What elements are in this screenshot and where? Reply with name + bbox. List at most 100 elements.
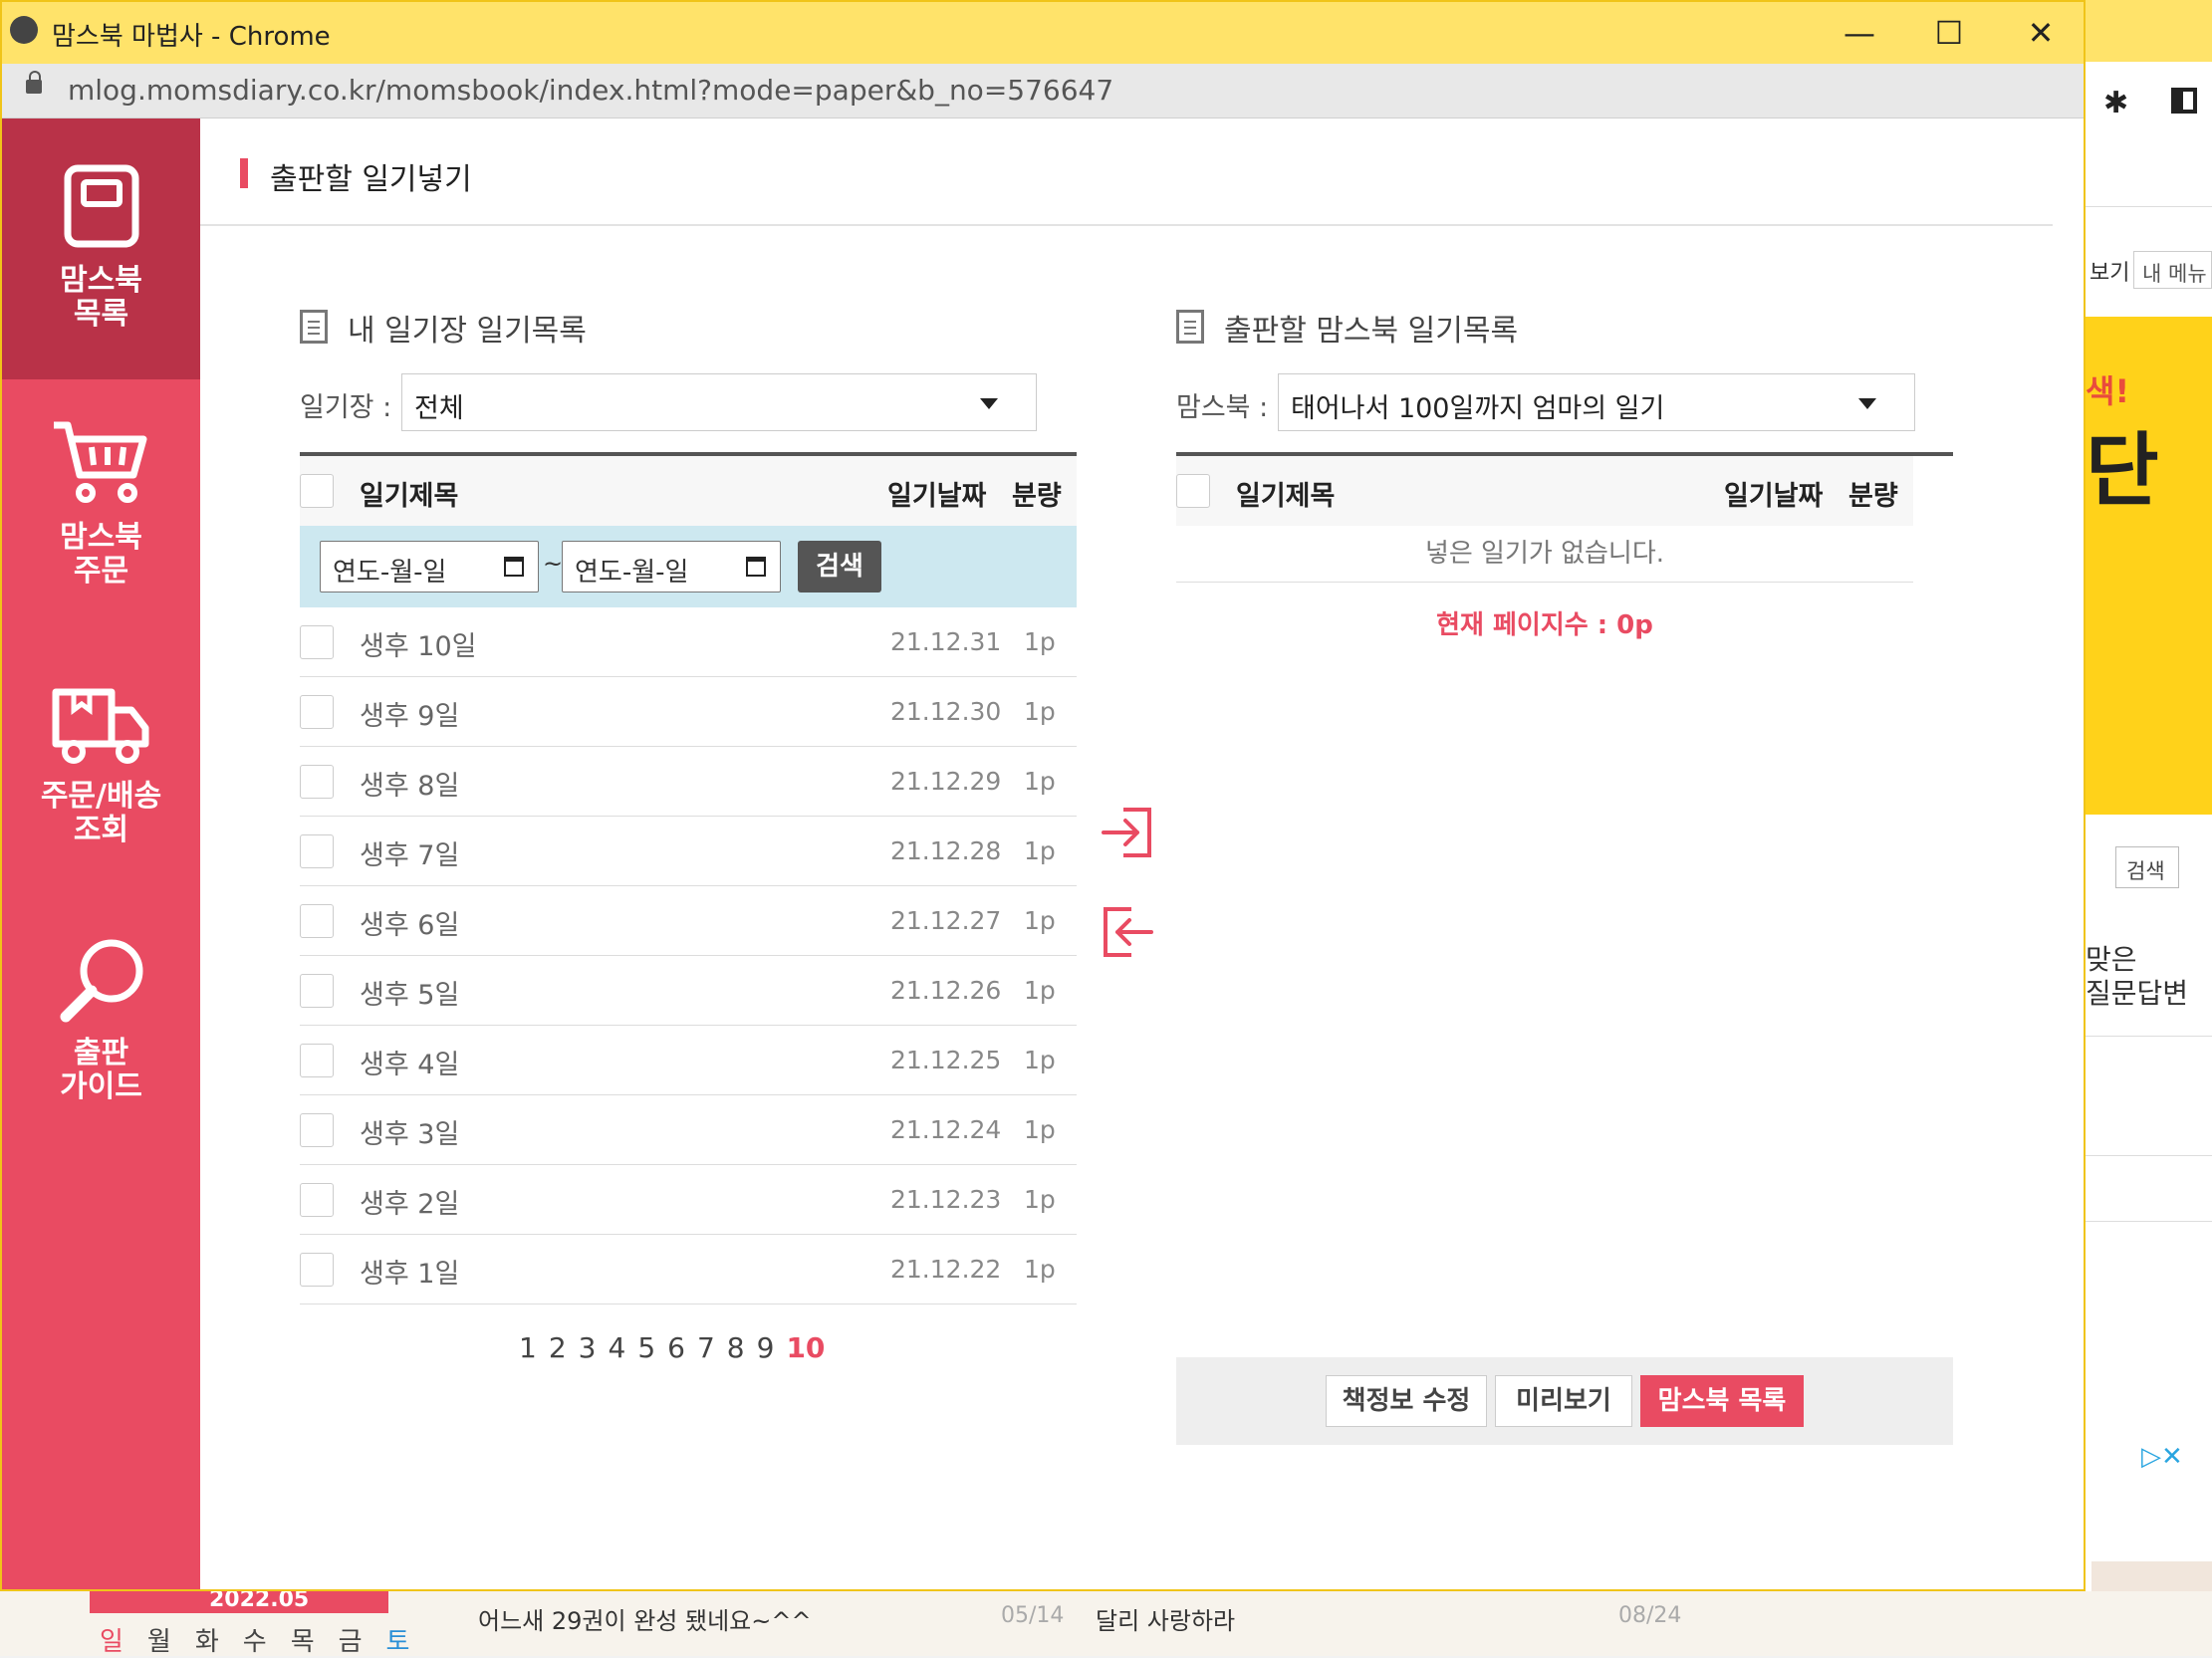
page-link[interactable]: 7 [697, 1331, 715, 1364]
ad-choices-icon[interactable]: ▷✕ [2141, 1442, 2201, 1472]
background-ad-banner[interactable]: 색! 단 [2086, 317, 2212, 815]
table-row[interactable]: 생후 5일 21.12.26 1p [300, 956, 1077, 1026]
sidebar-item-order-delivery[interactable]: 주문/배송 조회 [2, 638, 200, 897]
diary-select[interactable]: 전체 [401, 373, 1037, 431]
move-right-icon[interactable] [1100, 806, 1155, 859]
table-row[interactable]: 생후 6일 21.12.27 1p [300, 886, 1077, 956]
diary-pages: 1p [1024, 1115, 1056, 1144]
window-titlebar[interactable]: 맘스북 마법사 - Chrome — ☐ ✕ [2, 2, 2084, 64]
move-left-icon[interactable] [1100, 905, 1155, 959]
background-my-menu-button[interactable]: 내 메뉴 [2133, 251, 2212, 289]
diary-date: 21.12.26 [890, 976, 1002, 1005]
address-bar[interactable]: mlog.momsdiary.co.kr/momsbook/index.html… [2, 64, 2084, 118]
sidebar-item-publish-guide[interactable]: 출판 가이드 [2, 897, 200, 1156]
row-checkbox[interactable] [300, 904, 334, 938]
minimize-button[interactable]: — [1825, 10, 1894, 56]
background-qa-link[interactable]: 맞은 질문답변 [2086, 938, 2212, 1038]
empty-list-row: 넣은 일기가 없습니다. [1176, 526, 1913, 583]
table-row[interactable]: 생후 3일 21.12.24 1p [300, 1095, 1077, 1165]
list-icon [1176, 310, 1204, 344]
page-link[interactable]: 6 [667, 1331, 685, 1364]
row-checkbox[interactable] [300, 625, 334, 659]
momsbook-list-button[interactable]: 맘스북 목록 [1640, 1375, 1804, 1427]
table-row[interactable]: 생후 2일 21.12.23 1p [300, 1165, 1077, 1235]
row-checkbox[interactable] [300, 695, 334, 729]
extensions-icon[interactable]: ✱ [2103, 86, 2128, 120]
table-row[interactable]: 생후 1일 21.12.22 1p [300, 1235, 1077, 1304]
popup-window: 맘스북 마법사 - Chrome — ☐ ✕ mlog.momsdiary.co… [0, 0, 2086, 1591]
diary-date: 21.12.22 [890, 1255, 1002, 1284]
page-link[interactable]: 9 [757, 1331, 775, 1364]
empty-message: 넣은 일기가 없습니다. [1424, 539, 1665, 569]
calendar-icon[interactable] [746, 557, 766, 577]
side-panel-icon[interactable] [2171, 88, 2197, 114]
date-from-input[interactable]: 연도-월-일 [320, 541, 539, 592]
close-button[interactable]: ✕ [2006, 10, 2076, 56]
page-link[interactable]: 3 [579, 1331, 597, 1364]
page-link[interactable]: 4 [608, 1331, 625, 1364]
url-text[interactable]: mlog.momsdiary.co.kr/momsbook/index.html… [68, 74, 1113, 107]
background-search-button[interactable]: 검색 [2115, 846, 2179, 888]
background-post-title[interactable]: 어느새 29권이 완성 됐네요~^^ [478, 1601, 812, 1636]
diary-title: 생후 4일 [360, 1050, 460, 1080]
row-checkbox[interactable] [300, 1183, 334, 1217]
sidebar-item-label: 맘스북 [60, 263, 142, 298]
page-link[interactable]: 10 [786, 1331, 825, 1364]
page-link[interactable]: 1 [519, 1331, 537, 1364]
row-checkbox[interactable] [300, 1253, 334, 1287]
cart-icon [54, 421, 147, 503]
page-link[interactable]: 5 [637, 1331, 655, 1364]
background-window-titlebar [2086, 0, 2212, 62]
sidebar-item-momsbook-order[interactable]: 맘스북 주문 [2, 379, 200, 638]
calendar-icon[interactable] [504, 557, 524, 577]
table-row[interactable]: 생후 8일 21.12.29 1p [300, 747, 1077, 817]
search-button[interactable]: 검색 [798, 541, 881, 592]
edit-book-info-button[interactable]: 책정보 수정 [1326, 1375, 1487, 1427]
sidebar-item-label: 맘스북 [60, 520, 142, 555]
date-to-input[interactable]: 연도-월-일 [562, 541, 781, 592]
sidebar-item-label: 가이드 [60, 1069, 142, 1104]
background-divider [2086, 1036, 2212, 1037]
background-divider [2086, 1221, 2212, 1222]
preview-button[interactable]: 미리보기 [1495, 1375, 1632, 1427]
left-table-header: 일기제목 일기날짜 분량 [300, 456, 1077, 526]
column-header-date: 일기날짜 [887, 481, 987, 512]
table-row[interactable]: 생후 4일 21.12.25 1p [300, 1026, 1077, 1095]
sidebar-item-momsbook-list[interactable]: 맘스북 목록 [2, 118, 200, 379]
diary-date: 21.12.30 [890, 697, 1002, 726]
select-all-checkbox[interactable] [300, 474, 334, 508]
page-link[interactable]: 2 [549, 1331, 567, 1364]
row-checkbox[interactable] [300, 974, 334, 1008]
diary-title: 생후 2일 [360, 1189, 460, 1220]
diary-date: 21.12.24 [890, 1115, 1002, 1144]
row-checkbox[interactable] [300, 765, 334, 799]
page-link[interactable]: 8 [727, 1331, 745, 1364]
select-all-checkbox[interactable] [1176, 474, 1210, 508]
right-table-header: 일기제목 일기날짜 분량 [1176, 456, 1913, 526]
sidebar-item-label: 목록 [73, 297, 129, 332]
row-checkbox[interactable] [300, 1113, 334, 1147]
table-row[interactable]: 생후 9일 21.12.30 1p [300, 677, 1077, 747]
diary-title: 생후 8일 [360, 771, 460, 802]
diary-pages: 1p [1024, 1255, 1056, 1284]
diary-select-value: 전체 [414, 393, 464, 424]
diary-pages: 1p [1024, 627, 1056, 656]
list-icon [300, 310, 328, 344]
table-row[interactable]: 생후 7일 21.12.28 1p [300, 817, 1077, 886]
row-checkbox[interactable] [300, 1044, 334, 1077]
title-divider [200, 224, 2053, 226]
momsbook-select-value: 태어나서 100일까지 엄마의 일기 [1291, 393, 1665, 424]
background-post-date: 08/24 [1618, 1603, 1682, 1628]
table-row[interactable]: 생후 10일 21.12.31 1p [300, 607, 1077, 677]
calendar-header: 2022.05 [90, 1587, 388, 1613]
diary-title: 생후 1일 [360, 1259, 460, 1290]
background-tab-view[interactable]: 보기 [2089, 255, 2129, 287]
momsbook-select[interactable]: 태어나서 100일까지 엄마의 일기 [1278, 373, 1915, 431]
diary-date: 21.12.31 [890, 627, 1002, 656]
date-filter-bar: 연도-월-일 ~ 연도-월-일 검색 [300, 526, 1077, 607]
maximize-button[interactable]: ☐ [1914, 10, 1984, 56]
column-header-title: 일기제목 [1236, 481, 1336, 512]
row-checkbox[interactable] [300, 834, 334, 868]
calendar-widget: 2022.05 일월화수목금토 [90, 1587, 409, 1657]
background-post-title[interactable]: 달리 사랑하라 [1096, 1601, 1235, 1636]
